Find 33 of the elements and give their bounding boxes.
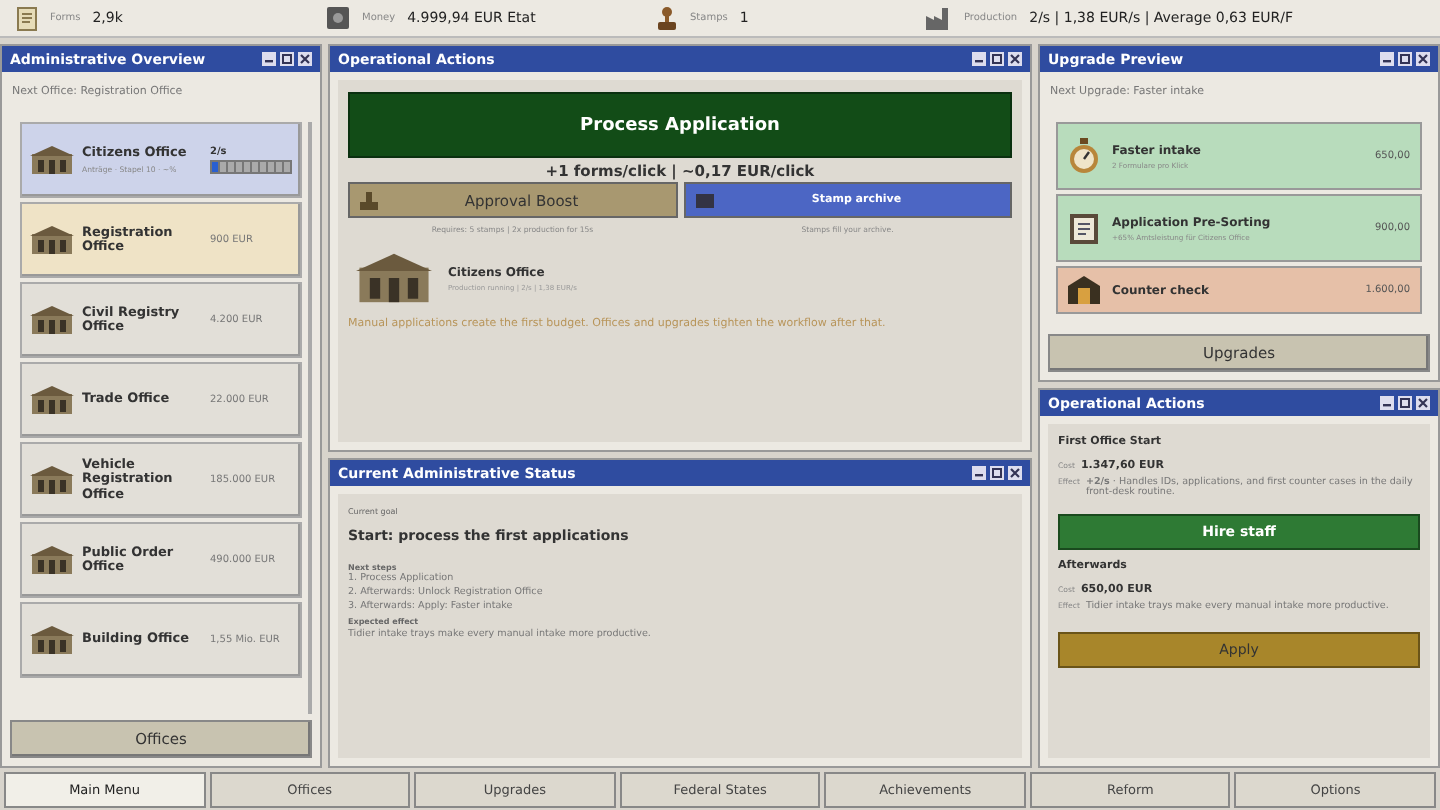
building-icon (30, 304, 74, 336)
factory-icon (926, 6, 952, 30)
document-icon (16, 5, 38, 31)
close-icon[interactable] (1008, 466, 1022, 480)
minimize-icon[interactable] (262, 52, 276, 66)
process-application-button[interactable]: Process Application (348, 92, 1012, 158)
safe-icon (326, 6, 350, 30)
building-icon (30, 224, 74, 256)
building-icon (30, 384, 74, 416)
clipboard-icon (1068, 210, 1100, 246)
maximize-icon[interactable] (1398, 52, 1412, 66)
minimize-icon[interactable] (972, 52, 986, 66)
box-icon (695, 192, 713, 208)
stamp-icon (360, 191, 378, 209)
maximize-icon[interactable] (990, 52, 1004, 66)
building-icon (30, 544, 74, 576)
close-icon[interactable] (1416, 396, 1430, 410)
minimize-icon[interactable] (1380, 52, 1394, 66)
close-icon[interactable] (1416, 52, 1430, 66)
building-icon (30, 464, 74, 496)
minimize-icon[interactable] (972, 466, 986, 480)
booth-icon (1068, 276, 1100, 304)
close-icon[interactable] (1008, 52, 1022, 66)
building-icon (30, 144, 74, 176)
building-icon (30, 624, 74, 656)
stamp-icon (656, 5, 678, 31)
maximize-icon[interactable] (1398, 396, 1412, 410)
building-icon (356, 250, 432, 306)
minimize-icon[interactable] (1380, 396, 1394, 410)
maximize-icon[interactable] (280, 52, 294, 66)
maximize-icon[interactable] (990, 466, 1004, 480)
stopwatch-icon (1068, 138, 1100, 174)
close-icon[interactable] (298, 52, 312, 66)
